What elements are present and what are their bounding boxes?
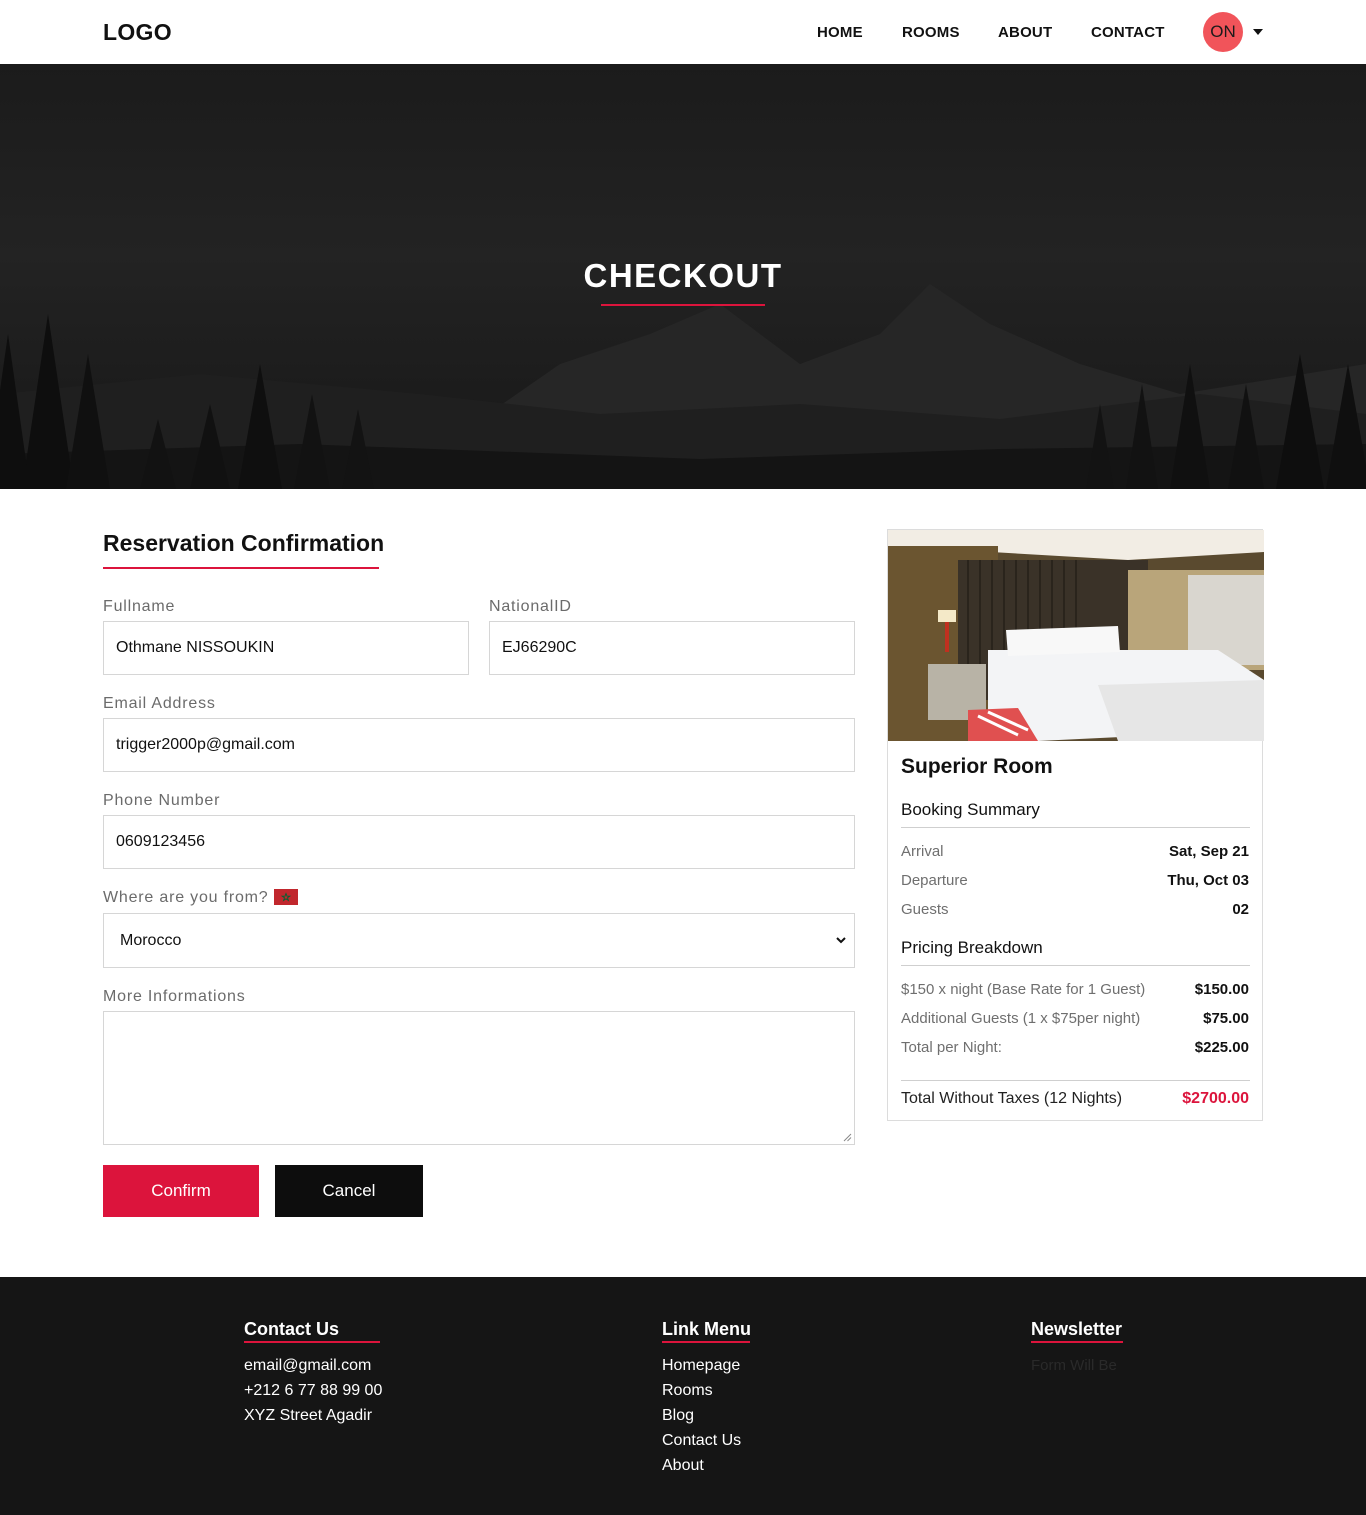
footer-contact-title: Contact Us	[244, 1319, 340, 1339]
footer-link-rooms[interactable]: Rooms	[662, 1382, 713, 1400]
nationalid-field[interactable]: EJ66290C	[489, 621, 855, 675]
phone-field[interactable]: 0609123456	[103, 815, 855, 869]
footer-link-about[interactable]: About	[662, 1457, 704, 1475]
footer-newsletter-underline	[1031, 1341, 1123, 1343]
chevron-down-icon	[836, 937, 846, 944]
arrival-value: Sat, Sep 21	[1168, 843, 1249, 860]
footer-link-blog[interactable]: Blog	[662, 1407, 694, 1425]
fullname-field[interactable]: Othmane NISSOUKIN	[103, 621, 469, 675]
footer-contact-address: XYZ Street Agadir	[244, 1407, 373, 1424]
country-label: Where are you from?	[103, 889, 269, 906]
title-underline	[601, 304, 765, 306]
user-avatar[interactable]: ON	[1203, 12, 1243, 52]
nav-contact[interactable]: CONTACT	[1091, 24, 1165, 41]
phone-label: Phone Number	[103, 792, 221, 809]
booking-summary-card: Superior Room Booking Summary Arrival Sa…	[887, 529, 1264, 1121]
form-title-underline	[103, 567, 379, 569]
email-field[interactable]: trigger2000p@gmail.com	[103, 718, 855, 772]
guests-value: 02	[1232, 901, 1249, 918]
fullname-label: Fullname	[103, 598, 176, 615]
divider	[901, 827, 1250, 828]
email-label: Email Address	[103, 695, 216, 712]
hero-banner: CHECKOUT	[0, 64, 1366, 489]
pricing-breakdown-title: Pricing Breakdown	[901, 938, 1043, 957]
morocco-flag-icon	[274, 889, 298, 905]
top-navbar: LOGO HOME ROOMS ABOUT CONTACT ON	[0, 0, 1366, 64]
footer-newsletter-title: Newsletter	[1031, 1319, 1123, 1339]
base-rate-value: $150.00	[1194, 981, 1249, 998]
additional-guests-value: $75.00	[1203, 1010, 1249, 1027]
nav-rooms[interactable]: ROOMS	[902, 24, 960, 41]
footer-link-contact-us[interactable]: Contact Us	[662, 1432, 741, 1450]
room-name: Superior Room	[901, 755, 1053, 778]
divider	[901, 1080, 1250, 1081]
departure-value: Thu, Oct 03	[1167, 872, 1249, 889]
total-without-taxes-label: Total Without Taxes (12 Nights)	[901, 1090, 1123, 1107]
page-title: CHECKOUT	[583, 257, 783, 294]
logo[interactable]: LOGO	[103, 19, 172, 46]
form-title: Reservation Confirmation	[103, 530, 385, 556]
guests-label: Guests	[901, 901, 949, 918]
confirm-button[interactable]: Confirm	[103, 1165, 259, 1217]
total-per-night-label: Total per Night:	[901, 1039, 1002, 1056]
nav-home[interactable]: HOME	[817, 24, 863, 41]
divider	[901, 965, 1250, 966]
additional-guests-label: Additional Guests (1 x $75per night)	[901, 1010, 1141, 1027]
footer-links-underline	[662, 1341, 750, 1343]
footer: Contact Us email@gmail.com +212 6 77 88 …	[0, 1277, 1366, 1515]
total-per-night-value: $225.00	[1194, 1039, 1249, 1056]
country-select-value: Morocco	[120, 932, 182, 949]
footer-contact-underline	[244, 1341, 380, 1343]
footer-link-homepage[interactable]: Homepage	[662, 1357, 740, 1375]
more-info-label: More Informations	[103, 988, 246, 1005]
booking-summary-title: Booking Summary	[901, 800, 1040, 819]
base-rate-label: $150 x night (Base Rate for 1 Guest)	[901, 981, 1146, 998]
arrival-label: Arrival	[901, 843, 944, 860]
more-info-textarea[interactable]	[103, 1011, 855, 1145]
nationalid-label: NationalID	[489, 598, 572, 615]
country-select[interactable]: Morocco	[103, 913, 855, 968]
cancel-button[interactable]: Cancel	[275, 1165, 423, 1217]
room-photo	[888, 530, 1264, 741]
resize-handle-icon[interactable]	[843, 1133, 852, 1142]
newsletter-placeholder-text: Form Will Be	[1031, 1357, 1117, 1374]
departure-label: Departure	[901, 872, 968, 889]
caret-down-icon[interactable]	[1253, 29, 1263, 35]
nav-about[interactable]: ABOUT	[998, 24, 1052, 41]
total-without-taxes-value: $2700.00	[1182, 1090, 1249, 1107]
footer-links-title: Link Menu	[662, 1319, 751, 1339]
footer-contact-phone: +212 6 77 88 99 00	[244, 1382, 383, 1399]
footer-contact-email: email@gmail.com	[244, 1357, 372, 1374]
